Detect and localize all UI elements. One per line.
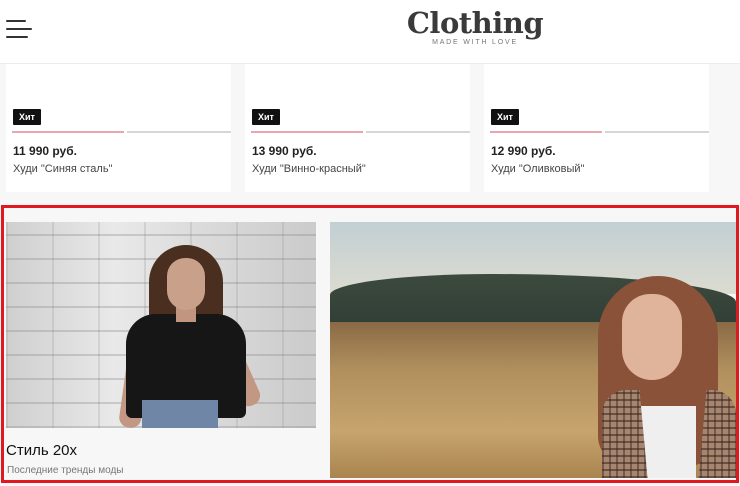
- image-slider-indicator[interactable]: [251, 131, 470, 133]
- product-card[interactable]: Хит 11 990 руб. Худи "Синяя сталь": [6, 64, 231, 192]
- product-price: 12 990 руб.: [491, 144, 556, 158]
- product-card[interactable]: Хит 12 990 руб. Худи "Оливковый": [484, 64, 709, 192]
- slider-segment-active[interactable]: [490, 131, 602, 133]
- hit-badge: Хит: [491, 109, 519, 125]
- image-slider-indicator[interactable]: [490, 131, 709, 133]
- banner-title[interactable]: Стиль 20х: [6, 442, 77, 459]
- menu-line: [6, 20, 26, 22]
- slider-segment-active[interactable]: [12, 131, 124, 133]
- logo-title: Clothing: [406, 6, 544, 40]
- hit-badge: Хит: [252, 109, 280, 125]
- banner-subtitle: Последние тренды моды: [7, 465, 124, 476]
- image-slider-indicator[interactable]: [12, 131, 231, 133]
- site-logo[interactable]: Clothing MADE WITH LOVE: [395, 6, 555, 46]
- product-price: 11 990 руб.: [13, 144, 77, 158]
- product-name[interactable]: Худи "Синяя сталь": [13, 163, 112, 175]
- menu-line: [6, 36, 28, 38]
- model-face: [622, 294, 682, 380]
- banner-image-left[interactable]: [6, 222, 316, 428]
- hit-badge: Хит: [13, 109, 41, 125]
- slider-segment[interactable]: [127, 131, 231, 133]
- logo-subtitle: MADE WITH LOVE: [432, 39, 518, 46]
- product-name[interactable]: Худи "Винно-красный": [252, 163, 366, 175]
- product-name[interactable]: Худи "Оливковый": [491, 163, 584, 175]
- product-card[interactable]: Хит 13 990 руб. Худи "Винно-красный": [245, 64, 470, 192]
- slider-segment[interactable]: [366, 131, 470, 133]
- site-header: Clothing MADE WITH LOVE: [0, 0, 740, 64]
- model-face: [167, 258, 205, 310]
- model-jeans: [142, 400, 218, 428]
- slider-segment-active[interactable]: [251, 131, 363, 133]
- banner-image-right[interactable]: [330, 222, 736, 478]
- product-price: 13 990 руб.: [252, 144, 317, 158]
- slider-segment[interactable]: [605, 131, 709, 133]
- menu-line: [6, 28, 32, 30]
- hamburger-menu-icon[interactable]: [6, 18, 34, 40]
